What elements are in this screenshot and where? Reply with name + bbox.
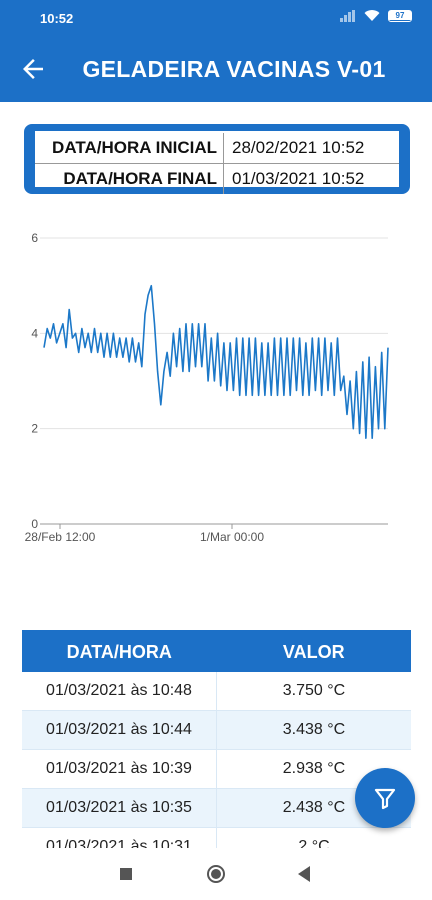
page-title: GELADEIRA VACINAS V-01 [82, 56, 386, 82]
start-date-label: DATA/HORA INICIAL [52, 138, 217, 157]
table-header: DATA/HORA VALOR [22, 630, 411, 672]
row-datetime: 01/03/2021 às 10:48 [22, 672, 217, 710]
y-tick-label: 6 [31, 231, 38, 245]
row-datetime: 01/03/2021 às 10:35 [22, 789, 217, 827]
battery-level: 97 [389, 11, 411, 20]
signal-icon [340, 10, 355, 22]
start-date-value[interactable]: 28/02/2021 10:52 [223, 133, 399, 163]
readings-table: DATA/HORA VALOR 01/03/2021 às 10:48 3.75… [22, 630, 411, 849]
home-icon[interactable] [205, 863, 227, 885]
end-date-row[interactable]: DATA/HORA FINAL 01/03/2021 10:52 [35, 164, 399, 194]
date-filter-box: DATA/HORA INICIAL 28/02/2021 10:52 DATA/… [24, 124, 410, 194]
table-row: 01/03/2021 às 10:44 3.438 °C [22, 711, 411, 750]
status-bar: 10:52 97 [0, 0, 432, 36]
date-filter-inner: DATA/HORA INICIAL 28/02/2021 10:52 DATA/… [35, 131, 399, 194]
header-datetime: DATA/HORA [66, 642, 172, 662]
table-row: 01/03/2021 às 10:31 2 °C [22, 828, 411, 849]
status-time: 10:52 [40, 11, 74, 26]
row-datetime: 01/03/2021 às 10:44 [22, 711, 217, 749]
y-tick-label: 4 [31, 326, 38, 340]
temperature-chart: 0 2 4 6 28/Feb 12:00 1/Mar 00:00 [25, 231, 389, 544]
row-value: 3.438 °C [282, 721, 346, 738]
y-tick-label: 2 [31, 422, 38, 436]
x-tick-label: 1/Mar 00:00 [200, 530, 264, 544]
table-row: 01/03/2021 às 10:39 2.938 °C [22, 750, 411, 789]
end-date-value[interactable]: 01/03/2021 10:52 [223, 164, 399, 194]
row-value: 2 °C [298, 838, 330, 849]
temperature-series-line [43, 284, 389, 439]
end-date-label: DATA/HORA FINAL [63, 169, 217, 188]
recents-icon[interactable] [118, 866, 134, 882]
x-tick-label: 28/Feb 12:00 [25, 530, 96, 544]
row-datetime: 01/03/2021 às 10:31 [22, 828, 217, 848]
header-value: VALOR [282, 642, 345, 662]
app-bar: GELADEIRA VACINAS V-01 [0, 36, 432, 102]
row-datetime: 01/03/2021 às 10:39 [22, 750, 217, 788]
start-date-row[interactable]: DATA/HORA INICIAL 28/02/2021 10:52 [35, 133, 399, 164]
wifi-icon [364, 10, 380, 21]
filter-button[interactable] [355, 768, 415, 828]
battery-icon: 97 [388, 10, 412, 22]
filter-icon [374, 788, 396, 810]
android-nav-bar [0, 848, 432, 900]
status-icons: 97 [340, 10, 412, 22]
table-row: 01/03/2021 às 10:48 3.750 °C [22, 672, 411, 711]
row-value: 3.750 °C [282, 682, 346, 699]
table-row: 01/03/2021 às 10:35 2.438 °C [22, 789, 411, 828]
y-tick-label: 0 [31, 517, 38, 531]
back-nav-icon[interactable] [296, 865, 312, 883]
